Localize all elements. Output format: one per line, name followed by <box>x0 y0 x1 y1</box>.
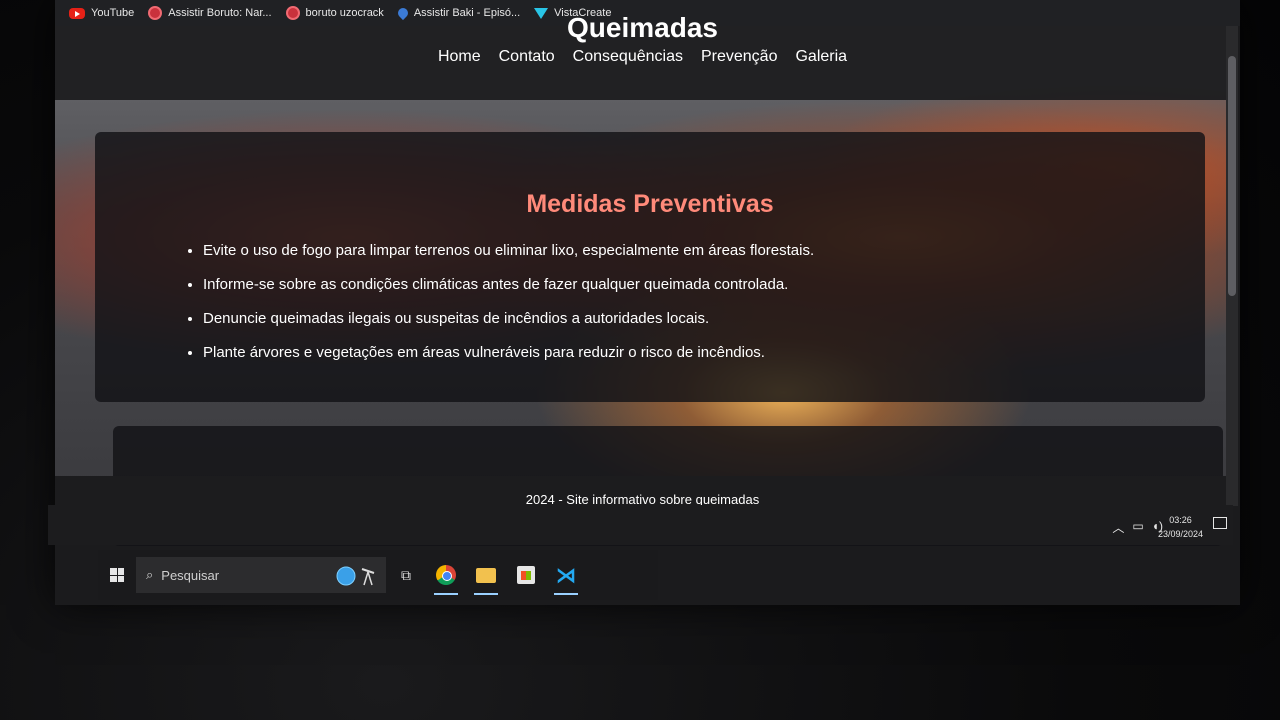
taskbar: ︿ ▭ ◖) 03:26 23/09/2024 ⌕ Pesquisar ⧉ ⋊ <box>48 505 1233 605</box>
taskbar-bar: ⌕ Pesquisar ⧉ ⋊ <box>98 550 658 600</box>
nav-prevencao[interactable]: Prevenção <box>701 48 778 66</box>
list-item: Evite o uso de fogo para limpar terrenos… <box>203 242 814 259</box>
scrollbar-thumb[interactable] <box>1228 56 1236 296</box>
store-button[interactable] <box>506 553 546 597</box>
section-title: Medidas Preventivas <box>526 190 774 218</box>
list-item: Plante árvores e vegetações em áreas vul… <box>203 344 814 361</box>
vscode-icon: ⋊ <box>556 564 576 587</box>
nav-consequencias[interactable]: Consequências <box>573 48 683 66</box>
scrollbar[interactable] <box>1226 26 1238 506</box>
list-item: Informe-se sobre as condições climáticas… <box>203 276 814 293</box>
search-box[interactable]: ⌕ Pesquisar <box>136 557 386 593</box>
prevention-list: Evite o uso de fogo para limpar terrenos… <box>187 242 814 378</box>
chevron-up-icon[interactable]: ︿ <box>1112 519 1124 536</box>
clock-time: 03:26 <box>1169 515 1192 525</box>
clock-date: 23/09/2024 <box>1157 529 1203 539</box>
search-placeholder: Pesquisar <box>161 567 220 583</box>
network-icon[interactable]: ▭ <box>1132 519 1143 536</box>
store-icon <box>517 566 535 584</box>
nav-home[interactable]: Home <box>438 48 481 66</box>
vscode-button[interactable]: ⋊ <box>546 553 586 597</box>
file-explorer-button[interactable] <box>466 553 506 597</box>
clock[interactable]: 03:26 23/09/2024 <box>1158 513 1203 541</box>
task-view-icon: ⧉ <box>401 566 411 583</box>
search-icon: ⌕ <box>146 567 154 582</box>
list-item: Denuncie queimadas ilegais ou suspeitas … <box>203 310 814 327</box>
prevention-card: Medidas Preventivas Evite o uso de fogo … <box>95 132 1205 402</box>
nav-contato[interactable]: Contato <box>499 48 555 66</box>
site-nav: Home Contato Consequências Prevenção Gal… <box>55 48 1230 66</box>
tray-icons: ︿ ▭ ◖) <box>1112 519 1163 536</box>
task-view-button[interactable]: ⧉ <box>386 553 426 597</box>
notification-icon[interactable] <box>1213 517 1227 529</box>
chrome-button[interactable] <box>426 553 466 597</box>
system-tray: ︿ ▭ ◖) 03:26 23/09/2024 <box>48 505 1233 545</box>
site-title: Queimadas <box>567 12 718 43</box>
site-header: Queimadas Home Contato Consequências Pre… <box>55 12 1230 100</box>
nav-galeria[interactable]: Galeria <box>795 48 847 66</box>
website: Queimadas Home Contato Consequências Pre… <box>55 12 1230 546</box>
folder-icon <box>476 567 496 583</box>
start-button[interactable] <box>98 555 136 595</box>
search-highlight-icon <box>336 566 375 586</box>
windows-icon <box>110 568 124 582</box>
chrome-icon <box>436 565 456 585</box>
